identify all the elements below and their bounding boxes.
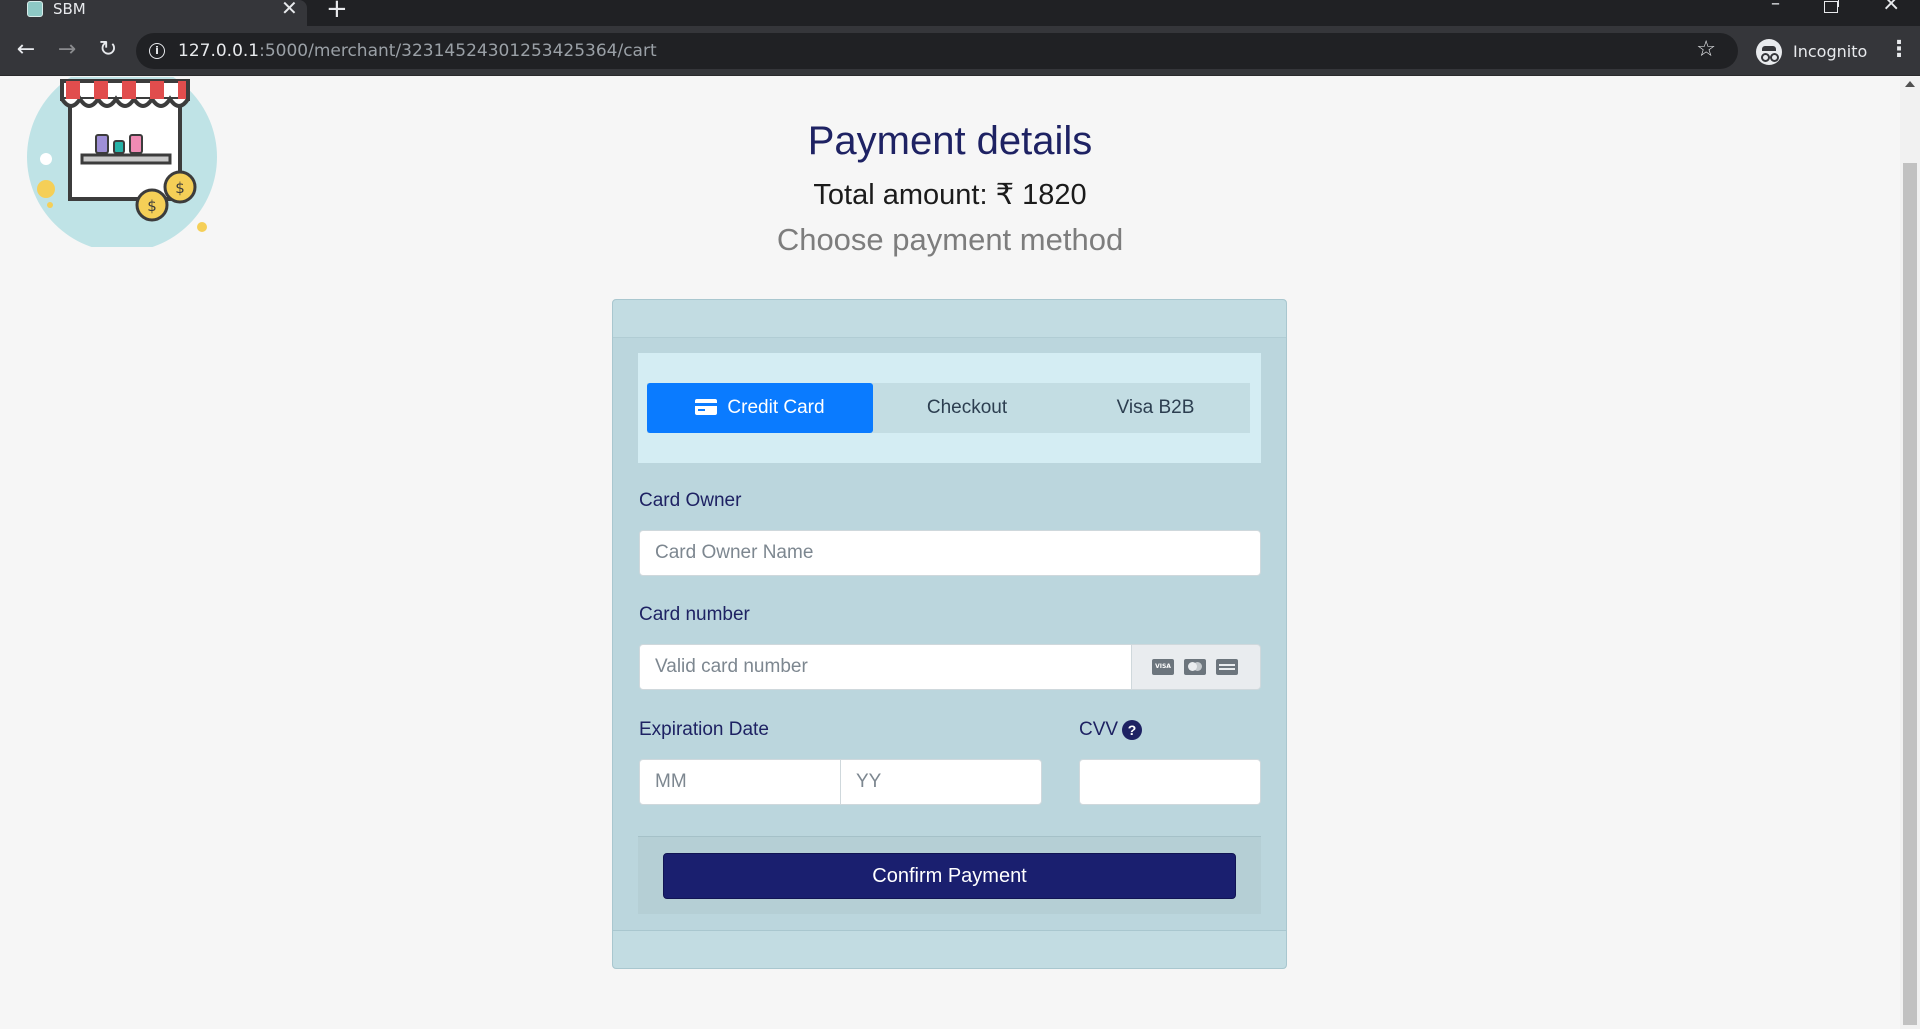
url-path: :5000/merchant/32314524301253425364/cart (259, 41, 657, 61)
page-scrollbar[interactable] (1900, 77, 1920, 1029)
choose-method-subtitle: Choose payment method (776, 222, 1124, 257)
tab-close-icon[interactable]: ✕ (281, 0, 298, 18)
card-number-input[interactable] (639, 644, 1132, 690)
expiry-month-input[interactable] (639, 759, 841, 805)
tab-credit-card-label: Credit Card (727, 397, 825, 418)
expiry-year-input[interactable] (840, 759, 1042, 805)
card-footer (613, 930, 1286, 968)
new-tab-button[interactable]: + (326, 0, 348, 22)
tab-credit-card[interactable]: Credit Card (647, 383, 873, 433)
card-owner-label: Card Owner (639, 490, 742, 511)
forward-arrow-icon[interactable]: → (55, 38, 79, 62)
total-amount: Total amount: ₹ 1820 (813, 179, 1087, 211)
restore-icon[interactable] (1824, 0, 1839, 13)
bookmark-star-icon[interactable]: ☆ (1696, 38, 1716, 62)
card-header (613, 300, 1286, 338)
scroll-up-arrow-icon[interactable] (1905, 81, 1915, 87)
question-circle-icon[interactable]: ? (1122, 720, 1143, 740)
browser-tabstrip: SBM ✕ + – × (0, 0, 1920, 26)
page-title: Payment details (807, 119, 1093, 163)
back-arrow-icon[interactable]: ← (14, 38, 38, 62)
incognito-icon[interactable] (1756, 39, 1782, 65)
address-bar[interactable]: i 127.0.0.1:5000/merchant/32314524301253… (136, 33, 1738, 69)
confirm-payment-button[interactable]: Confirm Payment (663, 853, 1236, 899)
browser-menu-icon[interactable]: ⋮ (1888, 38, 1910, 62)
cvv-input[interactable] (1079, 759, 1261, 805)
tab-title: SBM (53, 0, 86, 18)
payment-method-tabs: Credit Card Checkout Visa B2B (647, 383, 1250, 433)
amex-icon (1216, 659, 1238, 675)
payment-card: Credit Card Checkout Visa B2B Card Owner… (612, 299, 1287, 969)
incognito-label[interactable]: Incognito (1793, 42, 1867, 62)
payment-method-panel: Credit Card Checkout Visa B2B (638, 353, 1261, 463)
mastercard-icon (1184, 659, 1206, 675)
browser-tab[interactable]: SBM ✕ (0, 0, 307, 26)
url-host: 127.0.0.1 (178, 41, 260, 61)
credit-card-icon (695, 399, 718, 415)
cvv-label: CVV? (1079, 719, 1143, 741)
expiration-date-label: Expiration Date (639, 719, 769, 740)
confirm-panel: Confirm Payment (638, 836, 1261, 914)
scrollbar-thumb[interactable] (1903, 163, 1917, 1025)
visa-icon: VISA (1152, 659, 1174, 675)
window-close-icon[interactable]: × (1882, 0, 1900, 15)
reload-icon[interactable]: ↻ (96, 38, 120, 62)
card-number-label: Card number (639, 604, 750, 625)
favicon-icon (27, 1, 43, 17)
tab-visa-b2b[interactable]: Visa B2B (1061, 383, 1250, 433)
minimize-icon[interactable]: – (1771, 0, 1780, 14)
tab-checkout[interactable]: Checkout (873, 383, 1061, 433)
cvv-label-text: CVV (1079, 719, 1119, 740)
site-info-icon[interactable]: i (149, 43, 165, 59)
url-text[interactable]: 127.0.0.1:5000/merchant/3231452430125342… (178, 41, 657, 61)
page-viewport: $ $ Payment details Total amount: ₹ 1820… (0, 77, 1900, 1029)
browser-toolbar: ← → ↻ i 127.0.0.1:5000/merchant/32314524… (0, 26, 1920, 76)
card-owner-input[interactable] (639, 530, 1261, 576)
card-brand-icons: VISA (1131, 644, 1261, 690)
